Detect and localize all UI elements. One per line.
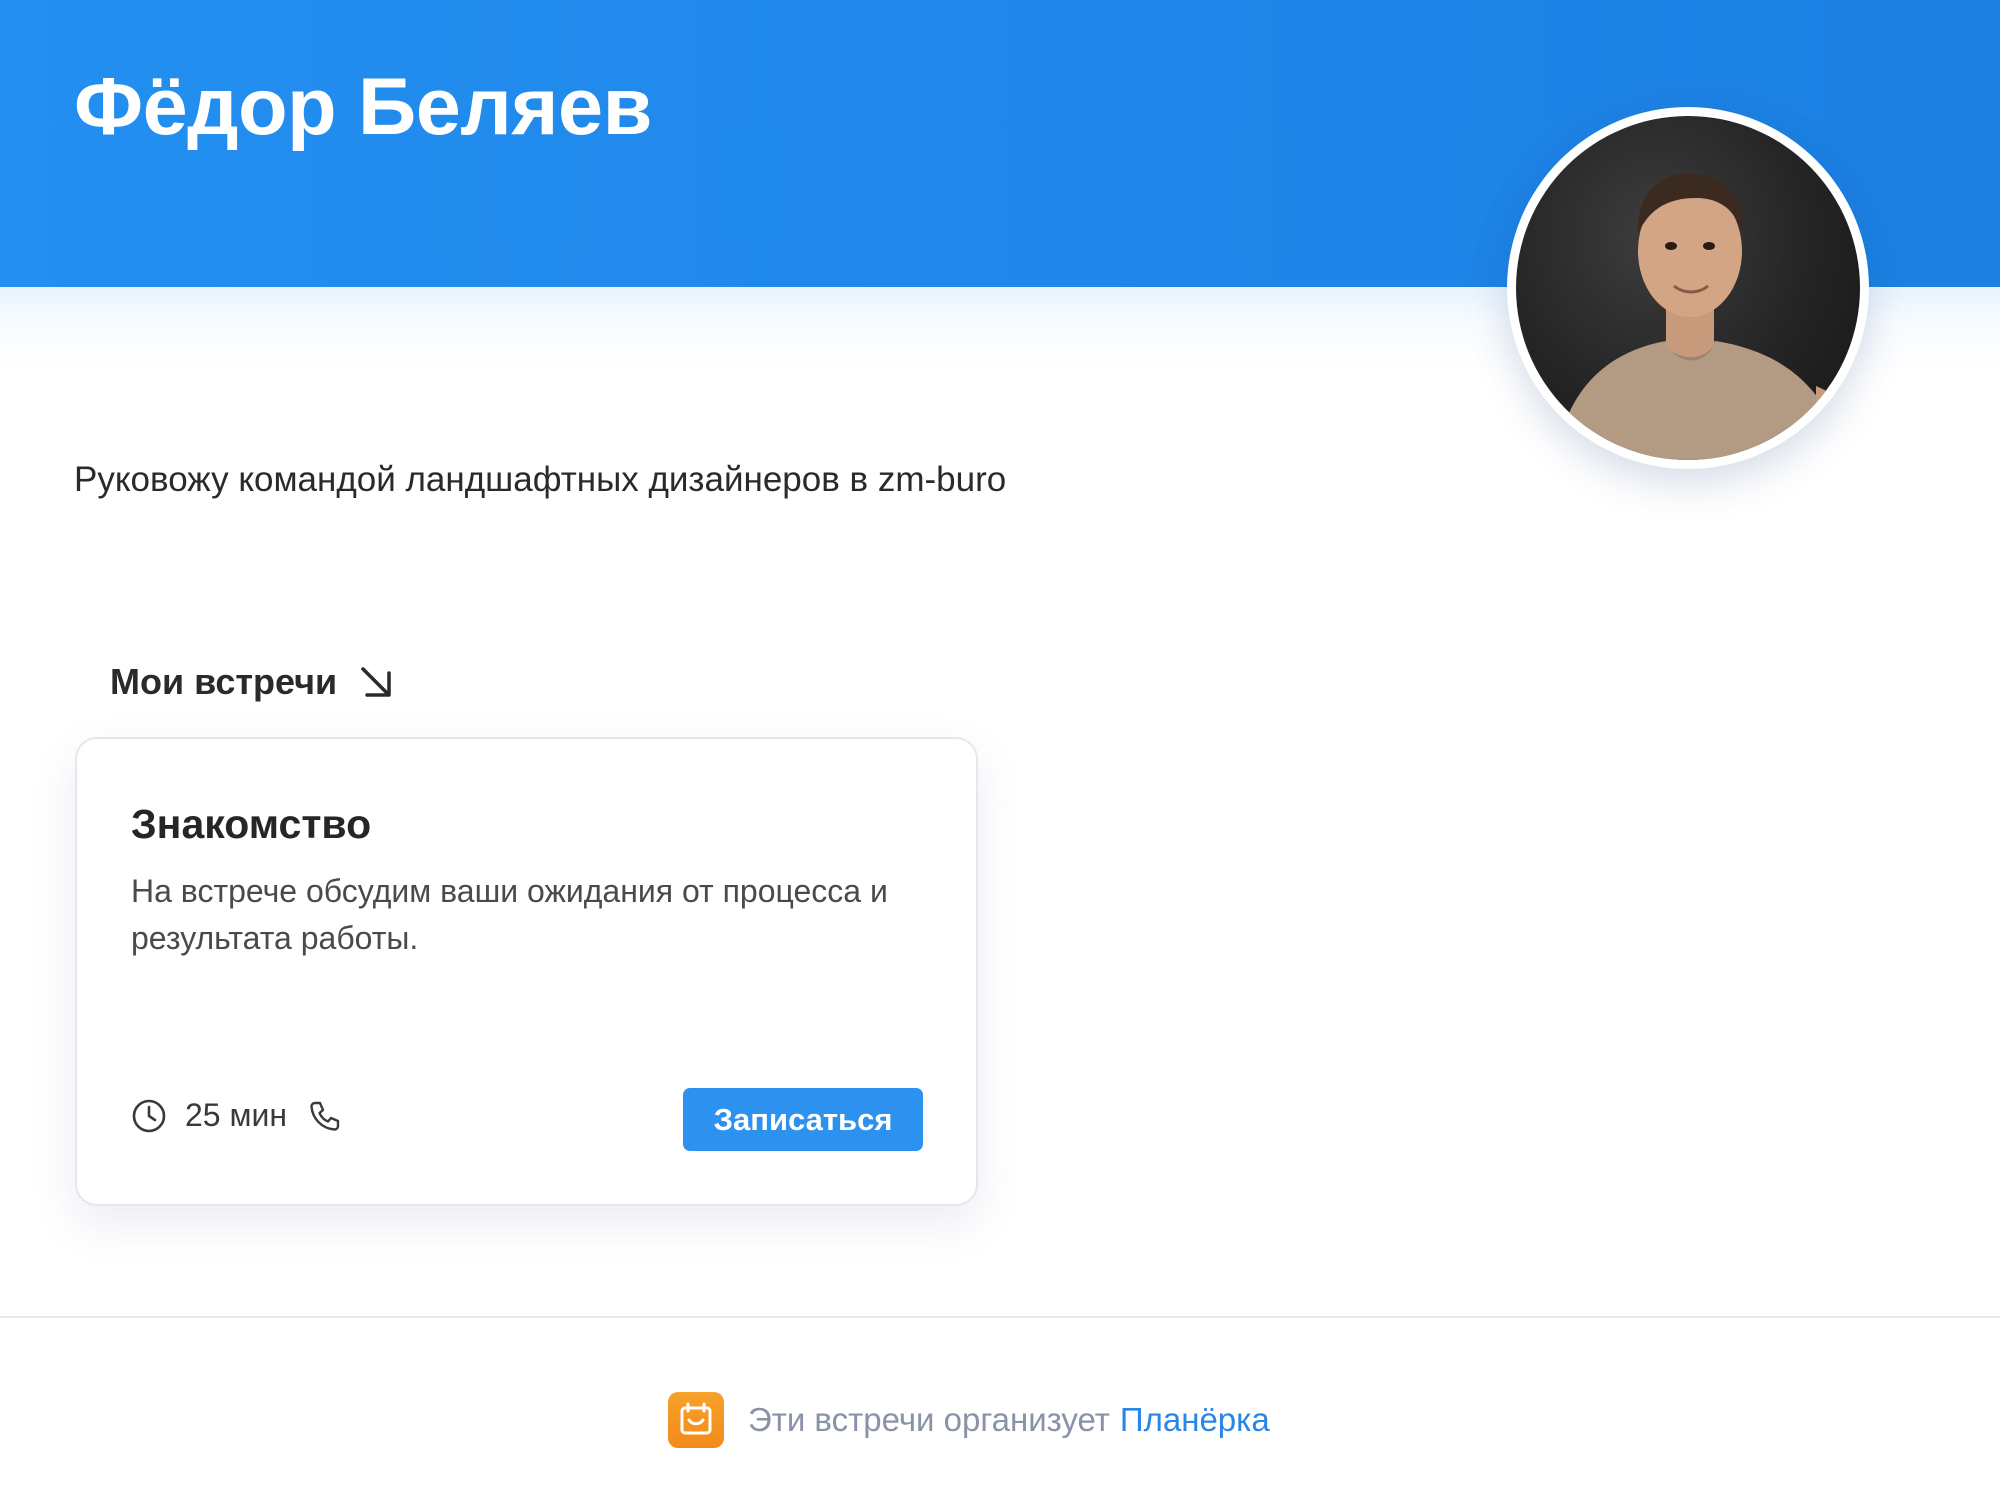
profile-name: Фёдор Беляев: [74, 62, 652, 152]
phone-icon: [310, 1101, 340, 1131]
clock-icon: [132, 1099, 166, 1132]
person-illustration: [1556, 173, 1860, 460]
avatar: [1507, 107, 1869, 469]
footer-text: Эти встречи организует: [748, 1401, 1110, 1438]
arrow-down-right-icon: [361, 667, 391, 697]
footer: Эти встречи организует Планёрка: [668, 1392, 1270, 1448]
footer-divider: [0, 1316, 2000, 1318]
calendar-icon: [668, 1392, 724, 1448]
planerka-link[interactable]: Планёрка: [1120, 1401, 1270, 1439]
meeting-duration: 25 мин: [185, 1097, 288, 1133]
meetings-section-title: Мои встречи: [110, 661, 397, 703]
meeting-meta: 25 мин: [131, 1097, 343, 1134]
meetings-title-text: Мои встречи: [110, 661, 338, 702]
meeting-title: Знакомство: [131, 801, 372, 847]
meeting-card[interactable]: Знакомство На встрече обсудим ваши ожида…: [75, 737, 978, 1206]
profile-page: Фёдор Беляев Руковожу командой ландшафтн…: [0, 0, 2000, 1493]
profile-bio: Руковожу командой ландшафтных дизайнеров…: [74, 460, 1007, 499]
signup-button[interactable]: Записаться: [683, 1088, 923, 1151]
meeting-description: На встрече обсудим ваши ожидания от проц…: [131, 873, 888, 956]
avatar-photo: [1516, 116, 1860, 460]
